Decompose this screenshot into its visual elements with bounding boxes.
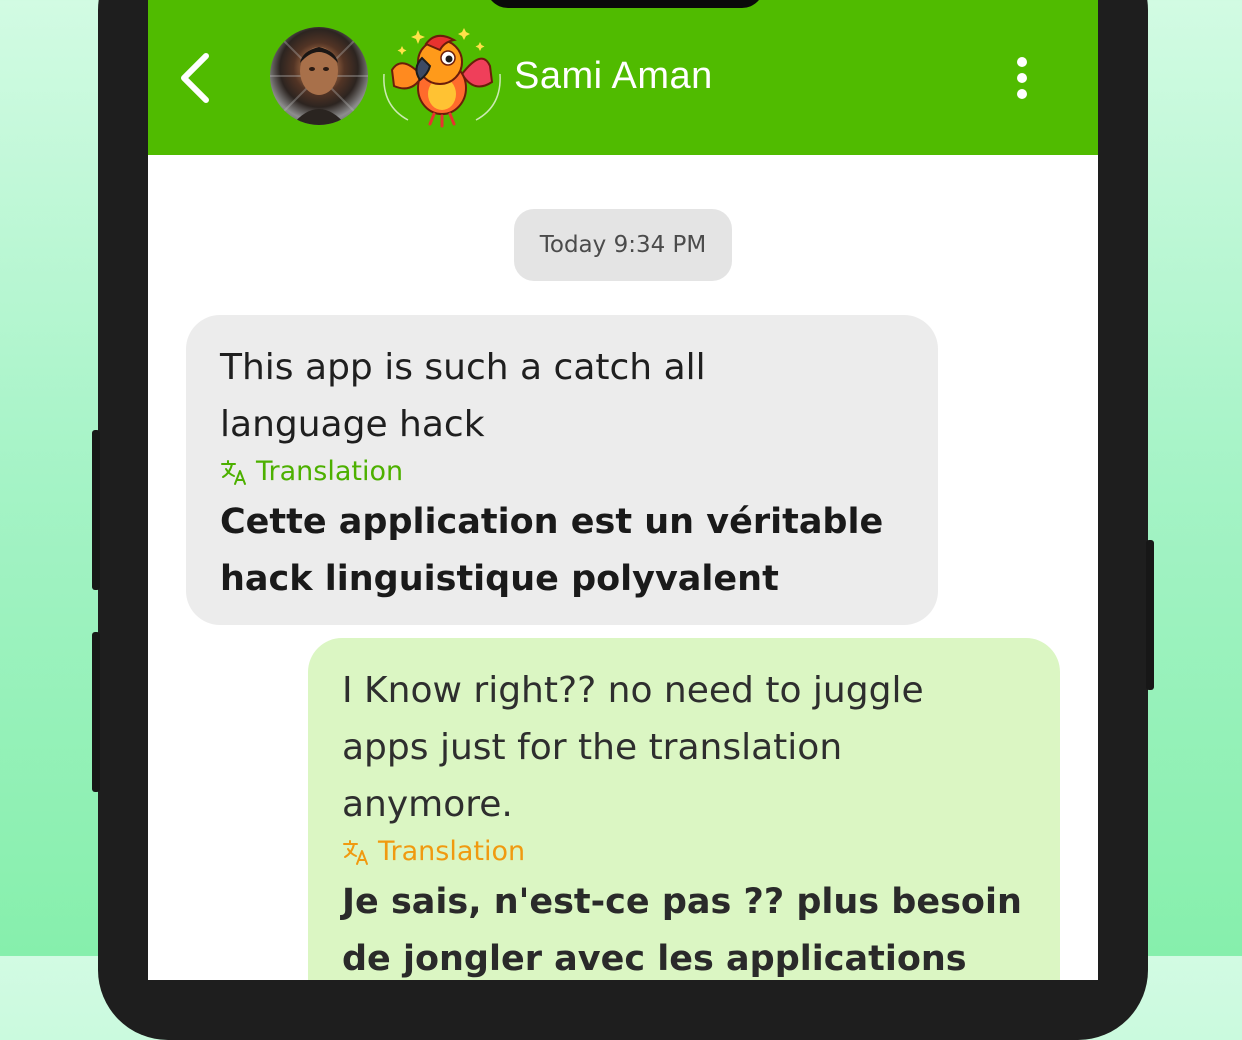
translation-text: Cette application est un véritable hack …: [220, 494, 904, 608]
message-text: I Know right?? no need to juggle apps ju…: [342, 662, 1026, 833]
translate-icon: [343, 840, 368, 865]
avatar[interactable]: [270, 27, 368, 125]
translation-text-line: Je sais, n'est-ce pas ?? plus besoin: [342, 882, 1022, 922]
message-bubble-outgoing[interactable]: I Know right?? no need to juggle apps ju…: [308, 638, 1060, 980]
chat-screen: Sami Aman Today 9:34 PM This app is such…: [148, 0, 1098, 980]
translation-text-line: hack linguistique polyvalent: [220, 559, 779, 599]
timestamp-chip: Today 9:34 PM: [514, 209, 732, 281]
translation-text-line: Cette application est un véritable: [220, 502, 884, 542]
translation-label: Translation: [342, 830, 1026, 874]
chevron-left-icon: [181, 53, 209, 103]
translation-label-text: Translation: [378, 836, 526, 867]
message-text-line: This app is such a catch all: [220, 347, 706, 388]
more-vertical-icon: [1017, 57, 1027, 99]
more-options-button[interactable]: [1008, 54, 1036, 102]
phone-side-button: [92, 632, 100, 792]
chat-header: Sami Aman: [148, 0, 1098, 155]
message-text-line: I Know right?? no need to juggle: [342, 670, 924, 711]
message-text: This app is such a catch all language ha…: [220, 339, 904, 453]
parrot-mascot-icon: [378, 24, 506, 128]
translation-label-text: Translation: [256, 456, 404, 487]
phone-side-button: [1146, 540, 1154, 690]
contact-name[interactable]: Sami Aman: [514, 53, 713, 99]
message-text-line: anymore.: [342, 784, 513, 825]
phone-notch: [486, 0, 764, 8]
back-button[interactable]: [176, 50, 216, 106]
translation-label: Translation: [220, 450, 904, 494]
message-text-line: language hack: [220, 404, 485, 445]
translation-text: Je sais, n'est-ce pas ?? plus besoin de …: [342, 874, 1026, 980]
phone-side-button: [92, 430, 100, 590]
message-text-line: apps just for the translation: [342, 727, 843, 768]
message-bubble-incoming[interactable]: This app is such a catch all language ha…: [186, 315, 938, 625]
translate-icon: [221, 460, 246, 485]
